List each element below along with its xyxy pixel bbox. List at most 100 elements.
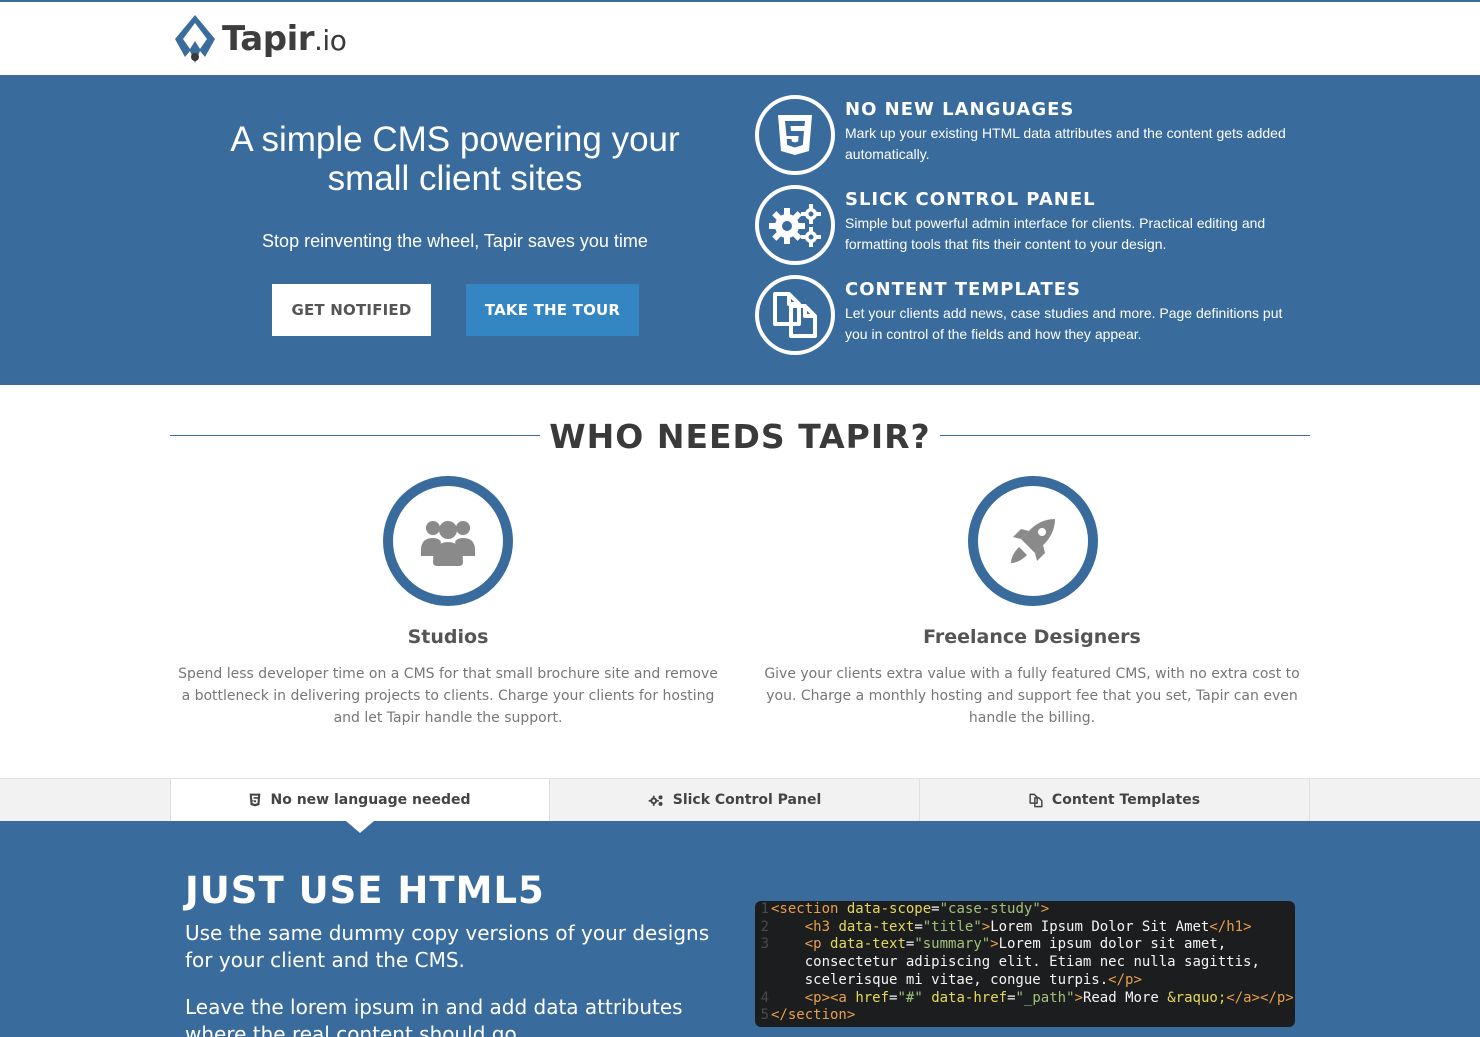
tapir-logo-icon (175, 15, 215, 63)
code-attr: data-text (830, 936, 906, 953)
code-entity: &raquo; (1167, 989, 1227, 1006)
hero-title: A simple CMS powering your small client … (230, 120, 680, 198)
feature-title: SLICK CONTROL PANEL (845, 189, 1096, 210)
section-title: JUST USE HTML5 (185, 869, 545, 912)
copy-icon (1029, 793, 1043, 807)
copy-icon (773, 292, 817, 338)
code-text: Lorem ipsum dolor sit amet, (998, 936, 1227, 953)
studios-circle (383, 476, 513, 606)
feature-text: Simple but powerful admin interface for … (845, 215, 1266, 252)
tab-no-new-language[interactable]: No new language needed (170, 779, 550, 821)
code-tag: </p> (1108, 971, 1142, 988)
code-eq: = (905, 936, 915, 953)
logo-text: Tapir.io (222, 19, 347, 59)
feature-slick-control-panel: SLICK CONTROL PANEL Simple but powerful … (755, 185, 1300, 265)
gears-icon (648, 794, 663, 806)
code-text: Lorem Ipsum Dolor Sit Amet (990, 918, 1210, 935)
code-val: "summary" (914, 936, 991, 953)
code-tag: </h1> (1209, 918, 1252, 935)
code-attr: data-scope (846, 901, 932, 917)
code-eq: = (931, 901, 940, 917)
audience-title-freelance: Freelance Designers (923, 626, 1141, 648)
section-paragraph-2: Leave the lorem ipsum in and add data at… (185, 995, 683, 1037)
code-line: consectetur adipiscing elit. Etiam nec n… (755, 954, 1295, 972)
code-line: 2 <h3 data-text = "title" > Lorem Ipsum Dolo… (755, 919, 1295, 937)
feature-text: Let your clients add news, case studies … (845, 305, 1283, 342)
code-tag: > (981, 918, 991, 935)
logo[interactable]: Tapir.io (172, 12, 347, 66)
code-line: 5 </section> (755, 1007, 1295, 1025)
feature-title: NO NEW LANGUAGES (845, 99, 1075, 120)
code-attr: data-href (931, 989, 1008, 1006)
code-line: 3 <p data-text = "summary" > Lorem ipsum dol… (755, 936, 1295, 954)
gears-icon (769, 204, 821, 247)
audience-title-studios: Studios (407, 626, 489, 648)
code-tag: > (990, 936, 999, 953)
feature-content-templates: CONTENT TEMPLATES Let your clients add n… (755, 275, 1300, 355)
line-number: 4 (760, 989, 769, 1006)
code-tag: <h3 (804, 918, 831, 935)
feature-no-new-languages: NO NEW LANGUAGES Mark up your existing H… (755, 95, 1300, 175)
tab-label: No new language needed (270, 792, 471, 808)
code-attr: href (855, 989, 890, 1006)
audience-text-freelance: Give your clients extra value with a ful… (764, 666, 1300, 726)
code-val: "case-study" (939, 901, 1041, 917)
group-icon (421, 521, 475, 566)
code-val: "_path" (1015, 989, 1075, 1006)
html5-icon (250, 793, 261, 807)
code-tag: > (1074, 989, 1083, 1006)
code-val: "#" (897, 989, 923, 1006)
rocket-icon (1011, 519, 1055, 563)
logo-name: Tapir (222, 19, 315, 59)
section-paragraph-1: Use the same dummy copy versions of your… (185, 921, 710, 972)
code-tag: </a></p> (1226, 989, 1294, 1006)
divider-left (170, 435, 540, 436)
code-text: Read More (1082, 989, 1159, 1006)
line-number: 5 (760, 1007, 769, 1024)
take-tour-button[interactable]: TAKE THE TOUR (466, 284, 639, 336)
divider-right (940, 435, 1310, 436)
line-number: 2 (760, 918, 769, 935)
code-attr: data-text (838, 918, 915, 935)
line-number: 1 (760, 901, 769, 917)
html5-icon (778, 115, 812, 155)
code-line: 4 <p><a href = "#" data-href = "_path" > Read … (755, 990, 1295, 1008)
code-eq: = (889, 989, 898, 1006)
code-tag: <p (804, 936, 822, 953)
feature-tab-bar: No new language needed Slick Control Pan… (0, 778, 1480, 821)
line-number: 3 (760, 936, 769, 953)
code-line: scelerisque mi vitae, congue turpis. </p> (755, 972, 1295, 990)
active-tab-pointer (346, 821, 374, 833)
audience-text-studios: Spend less developer time on a CMS for t… (178, 666, 718, 726)
logo-tld: .io (314, 24, 347, 57)
get-notified-button[interactable]: GET NOTIFIED (272, 284, 431, 336)
feature-circle (755, 275, 835, 355)
code-line: 1 <section data-scope = "case-study" > (755, 901, 1295, 919)
feature-title: CONTENT TEMPLATES (845, 279, 1081, 300)
html5-section: JUST USE HTML5 Use the same dummy copy v… (0, 821, 1480, 1037)
feature-circle (755, 95, 835, 175)
tab-label: Content Templates (1051, 792, 1201, 808)
freelance-circle (968, 476, 1098, 606)
line-number (755, 954, 769, 972)
line-number (755, 972, 769, 990)
tab-slick-control-panel[interactable]: Slick Control Panel (549, 779, 920, 821)
code-tag: <p><a (804, 989, 847, 1006)
code-tag: </section> (771, 1007, 856, 1024)
tab-label: Slick Control Panel (672, 792, 822, 808)
code-val: "title" (922, 918, 982, 935)
code-tag: <section (771, 901, 839, 917)
tab-content-templates[interactable]: Content Templates (919, 779, 1310, 821)
code-text: scelerisque mi vitae, congue turpis. (804, 971, 1109, 988)
feature-circle (755, 185, 835, 265)
feature-text: Mark up your existing HTML data attribut… (845, 125, 1286, 162)
code-tag: > (1040, 901, 1050, 917)
code-text: consectetur adipiscing elit. Etiam nec n… (804, 954, 1260, 971)
hero-subtitle: Stop reinventing the wheel, Tapir saves … (262, 231, 648, 251)
hero-section: A simple CMS powering your small client … (0, 75, 1480, 385)
who-needs-title: WHO NEEDS TAPIR? (549, 417, 931, 456)
code-eq: = (914, 918, 923, 935)
top-bar: Tapir.io (0, 0, 1480, 75)
code-eq: = (1007, 989, 1016, 1006)
